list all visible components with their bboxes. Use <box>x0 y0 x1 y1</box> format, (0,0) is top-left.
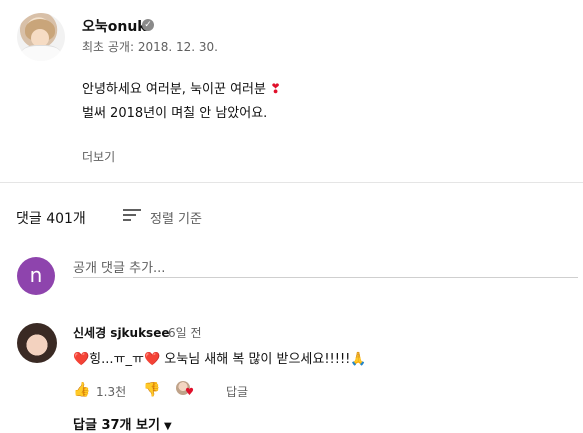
view-replies-label: 답글 37개 보기 <box>73 418 160 433</box>
show-more-link[interactable]: 더보기 <box>82 148 115 165</box>
comment-time[interactable]: 6일 전 <box>168 324 202 341</box>
sort-icon[interactable] <box>123 209 141 223</box>
comment-text: ❤️힝...ㅠ_ㅠ❤️ 오눅님 새해 복 많이 받으세요!!!!!🙏 <box>73 352 367 367</box>
commenter-avatar[interactable] <box>17 323 57 363</box>
comment-count: 댓글 401개 <box>16 211 86 227</box>
heart-exclamation-icon: ❣ <box>270 82 282 97</box>
sort-button[interactable]: 정렬 기준 <box>150 208 202 227</box>
dislike-icon[interactable]: 👎 <box>143 382 160 398</box>
section-divider <box>0 182 583 183</box>
channel-avatar[interactable] <box>17 13 65 61</box>
add-comment-input[interactable]: 공개 댓글 추가... <box>73 257 578 278</box>
creator-heart-icon: ♥ <box>176 381 198 401</box>
publish-date: 최초 공개: 2018. 12. 30. <box>82 40 218 54</box>
description-line-2: 벌써 2018년이 며칠 안 남았어요. <box>82 106 268 121</box>
reply-button[interactable]: 답글 <box>226 383 248 400</box>
description-line-1: 안녕하세요 여러분, 눅이꾼 여러분 ❣ <box>82 78 281 97</box>
like-icon[interactable]: 👍 <box>73 382 90 398</box>
user-avatar: n <box>17 257 55 295</box>
comment-author[interactable]: 신세경 sjkuksee <box>73 324 169 341</box>
description-text-1: 안녕하세요 여러분, 눅이꾼 여러분 <box>82 82 266 97</box>
heart-icon: ♥ <box>185 387 194 398</box>
avatar-shirt <box>21 45 61 61</box>
like-count: 1.3천 <box>96 385 127 399</box>
verified-icon: ✓ <box>142 19 154 31</box>
view-replies-button[interactable]: 답글 37개 보기 ▼ <box>73 414 172 433</box>
channel-name[interactable]: 오눅onuk <box>82 16 147 36</box>
chevron-down-icon: ▼ <box>163 421 172 432</box>
